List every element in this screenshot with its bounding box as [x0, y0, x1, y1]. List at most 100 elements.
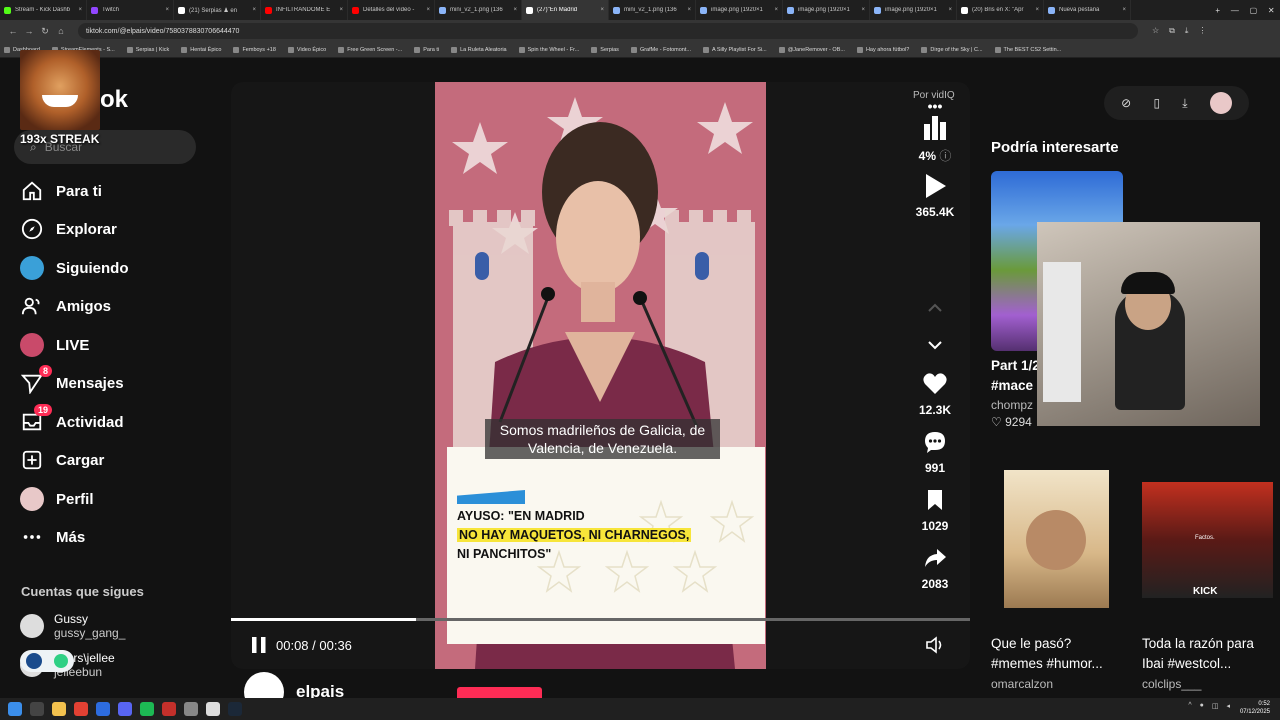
bookmark-item[interactable]: GrafMe - Fotomont...: [630, 46, 691, 53]
tiktok-logo[interactable]: ok: [100, 86, 128, 114]
system-clock[interactable]: 0:52 07/12/2025: [1240, 700, 1270, 716]
mic-icon[interactable]: ●: [1200, 702, 1204, 710]
tab-close-icon[interactable]: ×: [687, 7, 691, 13]
tab-close-icon[interactable]: ×: [78, 7, 82, 13]
info-icon[interactable]: ⓘ: [939, 149, 951, 163]
related-title-2[interactable]: Que le pasó? #memes #humor...: [991, 634, 1121, 674]
tab-close-icon[interactable]: ×: [513, 7, 517, 13]
related-author-2[interactable]: omarcalzon: [991, 677, 1053, 691]
browser-tab[interactable]: image.png (1920×1 ×: [870, 0, 957, 20]
browser-tab[interactable]: image.png (1920×1 ×: [696, 0, 783, 20]
tab-close-icon[interactable]: ×: [339, 7, 343, 13]
bookmark-item[interactable]: Hay ahora fútbol?: [856, 46, 909, 53]
comment-button[interactable]: 991: [905, 430, 965, 475]
sidebar-item-amigos[interactable]: Amigos: [20, 291, 200, 321]
bookmark-item[interactable]: Femboys +18: [233, 46, 276, 53]
browser-tab[interactable]: Nueva pestaña ×: [1044, 0, 1131, 20]
coins-icon[interactable]: ⊘: [1121, 96, 1131, 110]
sidebar-item-mensajes[interactable]: 8 Mensajes: [20, 365, 200, 398]
next-video-button[interactable]: [905, 337, 965, 353]
bookmark-item[interactable]: Video Épico: [287, 46, 326, 53]
tab-close-icon[interactable]: ×: [165, 7, 169, 13]
close-window-icon[interactable]: ✕: [1268, 6, 1275, 15]
related-author-1[interactable]: chompz: [991, 398, 1033, 412]
download-icon[interactable]: ⤓: [1185, 26, 1189, 36]
download-app-icon[interactable]: ⤓: [1182, 96, 1187, 111]
related-title-3[interactable]: Toda la razón para Ibai #westcol...: [1142, 634, 1272, 674]
spotify-icon[interactable]: [140, 702, 154, 716]
sidebar-item-m-s[interactable]: Más: [20, 522, 200, 552]
bookmark-item[interactable]: Hentai Épico: [181, 46, 221, 53]
obs-icon[interactable]: [206, 702, 220, 716]
add-tab-icon[interactable]: +: [1215, 6, 1220, 15]
browser-tab[interactable]: (27)"En Madrid ×: [522, 0, 609, 20]
browser-tab[interactable]: Detalles del vídeo - ×: [348, 0, 435, 20]
bookmark-star-icon[interactable]: ☆: [1152, 26, 1159, 36]
following-account[interactable]: Gussy gussy_gang_: [20, 609, 200, 643]
extensions-icon[interactable]: ⧉: [1169, 26, 1175, 36]
bookmark-item[interactable]: A Silly Playlist For Si...: [702, 46, 767, 53]
bookmark-item[interactable]: Dirge of the Sky | C...: [921, 46, 983, 53]
sidebar-item-perfil[interactable]: Perfil: [20, 484, 200, 514]
tab-close-icon[interactable]: ×: [774, 7, 778, 13]
app-icon-1[interactable]: [96, 702, 110, 716]
browser-tab[interactable]: (20) Bris en X: "Apr ×: [957, 0, 1044, 20]
speaker-icon[interactable]: ◂: [1226, 702, 1230, 710]
sidebar-item-live[interactable]: LIVE: [20, 330, 200, 360]
previous-video-button[interactable]: [905, 300, 965, 316]
steam-icon[interactable]: [228, 702, 242, 716]
bookmark-item[interactable]: Para ti: [414, 46, 439, 53]
minimize-icon[interactable]: —: [1231, 6, 1239, 15]
discord-icon[interactable]: [118, 702, 132, 716]
vidiq-score[interactable]: 4% ⓘ: [905, 114, 965, 164]
back-icon[interactable]: ←: [6, 26, 20, 36]
sidebar-item-siguiendo[interactable]: Siguiendo: [20, 253, 200, 283]
menu-icon[interactable]: ⋮: [1198, 26, 1206, 36]
home-browser-icon[interactable]: ⌂: [54, 26, 68, 36]
like-button[interactable]: 12.3K: [905, 372, 965, 417]
related-author-3[interactable]: colclips___: [1142, 677, 1201, 691]
forward-icon[interactable]: →: [22, 26, 36, 36]
app-icon-2[interactable]: [162, 702, 176, 716]
pause-button[interactable]: [250, 636, 268, 654]
sidebar-item-explorar[interactable]: Explorar: [20, 214, 200, 244]
bookmark-item[interactable]: The BEST CS2 Settin...: [994, 46, 1061, 53]
maximize-icon[interactable]: ▢: [1250, 6, 1258, 15]
network-icon[interactable]: ◫: [1212, 702, 1219, 710]
sidebar-item-cargar[interactable]: Cargar: [20, 445, 200, 475]
sidebar-item-para-ti[interactable]: Para ti: [20, 176, 200, 206]
browser-tab[interactable]: image.png (1920×1 ×: [783, 0, 870, 20]
browser-tab[interactable]: mini_v2_1.png (136 ×: [435, 0, 522, 20]
volume-button[interactable]: [925, 636, 945, 654]
tab-close-icon[interactable]: ×: [1122, 7, 1126, 13]
url-field[interactable]: tiktok.com/@elpais/video/758037883070664…: [78, 23, 1138, 39]
search-taskbar-icon[interactable]: [30, 702, 44, 716]
bookmark-item[interactable]: Spin the Wheel - Fr...: [518, 46, 579, 53]
bookmark-item[interactable]: Free Green Screen -...: [338, 46, 402, 53]
app-icon-3[interactable]: [184, 702, 198, 716]
browser-tab[interactable]: Stream - Kick Dashb ×: [0, 0, 87, 20]
tab-close-icon[interactable]: ×: [426, 7, 430, 13]
bookmark-item[interactable]: @JaneRemover - OB...: [778, 46, 845, 53]
share-button[interactable]: 2083: [905, 546, 965, 591]
tab-close-icon[interactable]: ×: [252, 7, 256, 13]
profile-avatar-icon[interactable]: [1209, 92, 1232, 114]
device-icon[interactable]: ▯: [1153, 96, 1160, 110]
tray-up-icon[interactable]: ^: [1188, 702, 1191, 710]
sidebar-item-actividad[interactable]: 19 Actividad: [20, 404, 200, 437]
browser-tab[interactable]: (21) Serpias ♟ en ×: [174, 0, 261, 20]
browser-tab[interactable]: mini_v2_1.png (136 ×: [609, 0, 696, 20]
vidiq-more-button[interactable]: •••: [905, 98, 965, 114]
reload-icon[interactable]: ↻: [38, 26, 52, 37]
chrome-icon[interactable]: [74, 702, 88, 716]
save-button[interactable]: 1029: [905, 488, 965, 533]
tab-close-icon[interactable]: ×: [600, 7, 604, 13]
bookmark-item[interactable]: La Ruleta Aleatoria: [451, 46, 507, 53]
bookmark-item[interactable]: Serpias | Kick: [126, 46, 169, 53]
tab-close-icon[interactable]: ×: [948, 7, 952, 13]
browser-tab[interactable]: Twitch ×: [87, 0, 174, 20]
start-icon[interactable]: [8, 702, 22, 716]
bookmark-item[interactable]: Serpias: [591, 46, 619, 53]
browser-tab[interactable]: INFILTRANDOME E ×: [261, 0, 348, 20]
tab-close-icon[interactable]: ×: [861, 7, 865, 13]
